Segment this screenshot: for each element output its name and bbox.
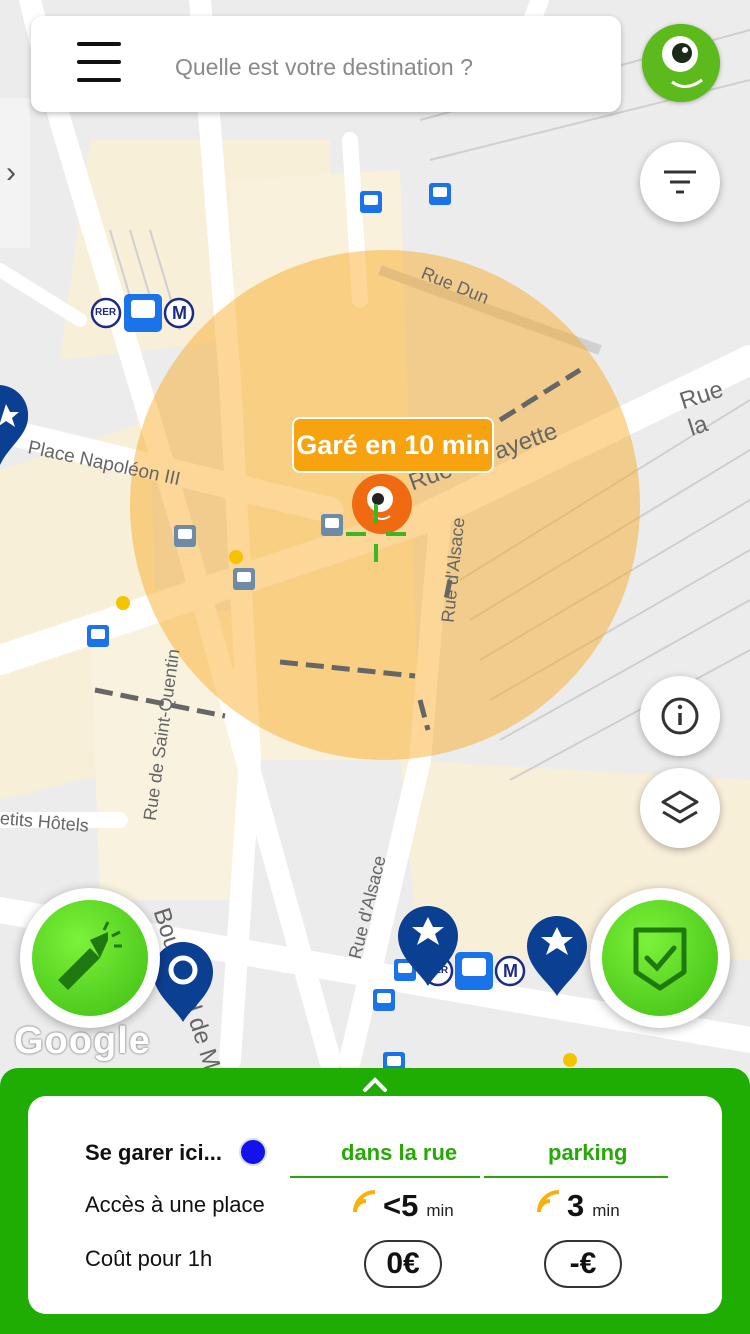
access-street-unit: min <box>426 1201 454 1220</box>
column-underline-street <box>290 1176 480 1178</box>
panel-title: Se garer ici... <box>85 1140 222 1165</box>
rer-label-2: RER <box>427 965 449 976</box>
chevron-up-icon[interactable] <box>360 1070 390 1096</box>
layers-button[interactable] <box>640 768 720 848</box>
cost-parking-badge[interactable]: -€ <box>544 1240 622 1288</box>
metro-label: M <box>172 303 187 323</box>
menu-icon[interactable] <box>77 42 121 84</box>
flashlight-button[interactable] <box>20 888 160 1028</box>
chevron-right-icon: › <box>6 156 16 189</box>
side-drawer-tab[interactable]: › <box>0 98 30 248</box>
search-bar <box>31 16 621 112</box>
location-dot-icon <box>239 1138 267 1166</box>
monster-avatar-icon <box>642 24 720 102</box>
rer-label: RER <box>95 307 117 318</box>
signal-icon <box>537 1190 560 1213</box>
access-street-number: <5 <box>383 1188 419 1223</box>
filter-button[interactable] <box>640 142 720 222</box>
access-street-value: <5 min <box>383 1188 454 1224</box>
parking-info-card: Se garer ici... dans la rue parking Accè… <box>28 1096 722 1314</box>
parking-info-panel: Se garer ici... dans la rue parking Accè… <box>0 1068 750 1334</box>
profile-avatar[interactable] <box>642 24 720 102</box>
info-icon <box>661 697 699 735</box>
column-underline-parking <box>484 1176 668 1178</box>
confirm-parking-button[interactable] <box>590 888 730 1028</box>
access-parking-number: 3 <box>567 1188 585 1223</box>
signal-icon <box>353 1190 376 1213</box>
cost-street-badge[interactable]: 0€ <box>364 1240 442 1288</box>
cost-row-label: Coût pour 1h <box>85 1246 213 1271</box>
destination-search-input[interactable] <box>173 46 597 88</box>
metro-label-2: M <box>503 961 518 981</box>
shield-check-icon <box>633 927 687 991</box>
parked-time-label: Garé en 10 min <box>292 417 494 473</box>
center-target-icon <box>346 474 412 562</box>
access-row-label: Accès à une place <box>85 1192 265 1217</box>
info-button[interactable] <box>640 676 720 756</box>
column-header-street: dans la rue <box>341 1140 458 1165</box>
flashlight-icon <box>58 921 122 990</box>
access-parking-value: 3 min <box>567 1188 620 1224</box>
filter-icon <box>664 170 696 194</box>
layers-icon <box>661 790 699 824</box>
access-parking-unit: min <box>592 1201 620 1220</box>
column-header-parking: parking <box>548 1140 628 1165</box>
